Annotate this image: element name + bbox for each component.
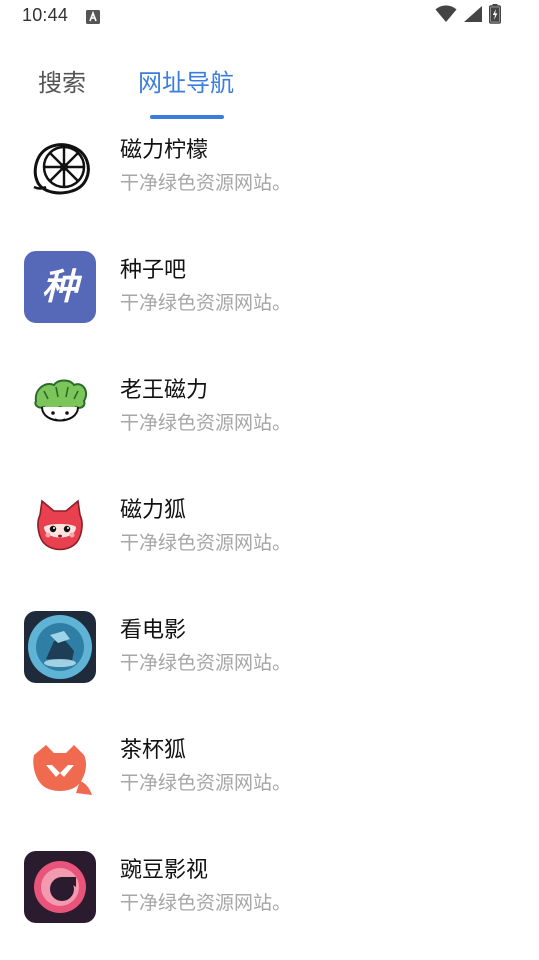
battery-charging-icon bbox=[489, 4, 501, 28]
tab-search[interactable]: 搜索 bbox=[38, 68, 86, 98]
item-title: 磁力柠檬 bbox=[120, 138, 209, 163]
item-title: 种子吧 bbox=[120, 258, 187, 283]
tab-bar: 搜索 网址导航 bbox=[0, 60, 539, 120]
item-title: 豌豆影视 bbox=[120, 858, 209, 883]
wifi-icon bbox=[435, 5, 457, 27]
fox-logo-icon bbox=[24, 491, 96, 563]
item-description: 干净绿色资源网站。 bbox=[120, 412, 292, 434]
tab-url-navigation[interactable]: 网址导航 bbox=[138, 68, 234, 98]
status-bar: 10:44 bbox=[0, 0, 539, 32]
signal-icon bbox=[463, 5, 483, 27]
pea-video-logo-icon bbox=[24, 851, 96, 923]
item-description: 干净绿色资源网站。 bbox=[120, 892, 292, 914]
item-description: 干净绿色资源网站。 bbox=[120, 292, 292, 314]
item-description: 干净绿色资源网站。 bbox=[120, 652, 292, 674]
list-item[interactable]: 磁力狐 干净绿色资源网站。 bbox=[0, 480, 539, 600]
item-title: 老王磁力 bbox=[120, 378, 209, 403]
zhong-logo-icon: 种 bbox=[24, 251, 96, 323]
list-item[interactable]: 茶杯狐 干净绿色资源网站。 bbox=[0, 720, 539, 840]
list-item[interactable]: 豌豆影视 干净绿色资源网站。 bbox=[0, 840, 539, 960]
site-list: 磁力柠檬 干净绿色资源网站。 种 种子吧 干净绿色资源网站。 老王磁力 干净绿色… bbox=[0, 120, 539, 960]
zhong-logo-text: 种 bbox=[42, 267, 83, 308]
list-item[interactable]: 种 种子吧 干净绿色资源网站。 bbox=[0, 240, 539, 360]
item-description: 干净绿色资源网站。 bbox=[120, 532, 292, 554]
list-item[interactable]: 磁力柠檬 干净绿色资源网站。 bbox=[0, 120, 539, 240]
status-time: 10:44 bbox=[22, 5, 69, 25]
status-icons bbox=[435, 4, 501, 28]
list-item[interactable]: 老王磁力 干净绿色资源网站。 bbox=[0, 360, 539, 480]
lemon-logo-icon bbox=[24, 131, 96, 203]
item-description: 干净绿色资源网站。 bbox=[120, 172, 292, 194]
item-description: 干净绿色资源网站。 bbox=[120, 772, 292, 794]
list-item[interactable]: 看电影 干净绿色资源网站。 bbox=[0, 600, 539, 720]
item-title: 看电影 bbox=[120, 618, 187, 643]
cabbage-face-logo-icon bbox=[24, 371, 96, 443]
movie-logo-icon bbox=[24, 611, 96, 683]
item-title: 茶杯狐 bbox=[120, 738, 187, 763]
item-title: 磁力狐 bbox=[120, 498, 187, 523]
active-tab-indicator bbox=[150, 115, 224, 119]
a-notification-icon bbox=[86, 9, 100, 24]
teacup-fox-logo-icon bbox=[24, 731, 96, 803]
